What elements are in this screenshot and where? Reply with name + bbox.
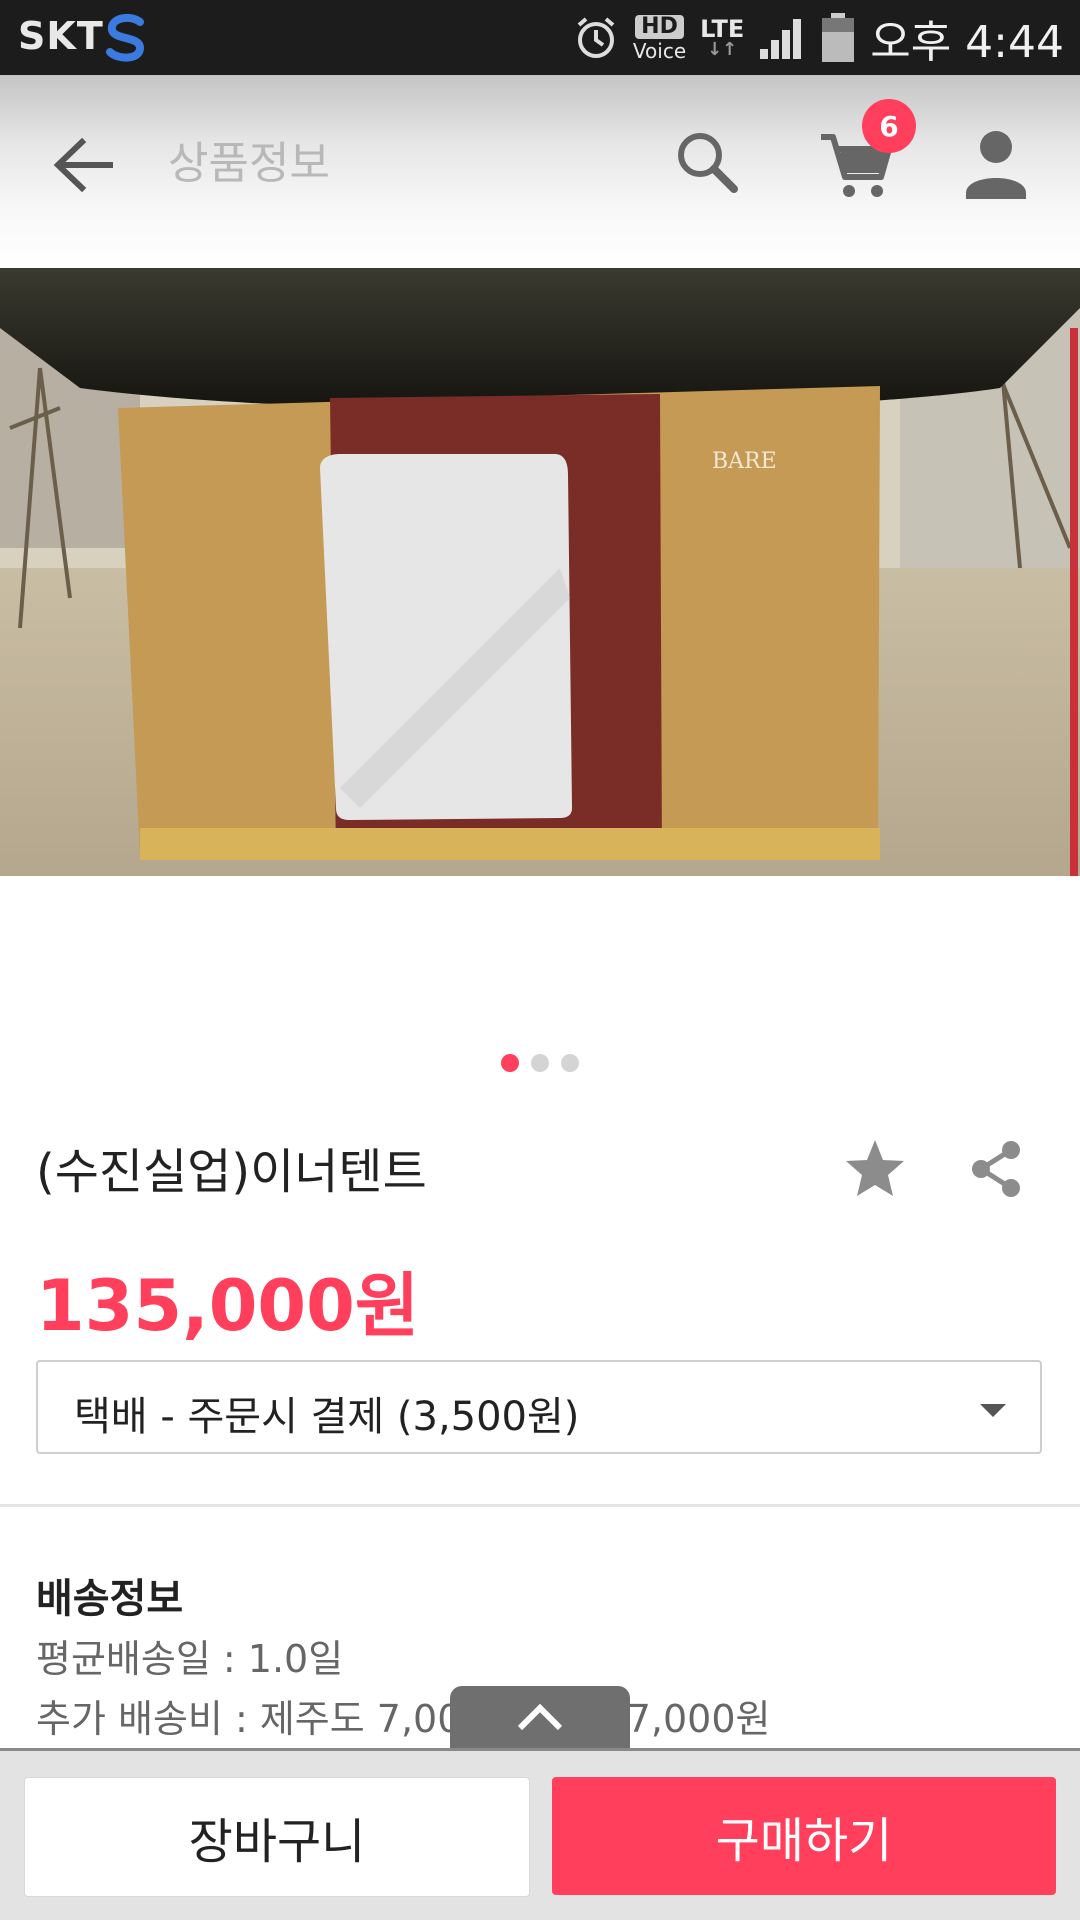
brand-logo-text: BARE [712,449,777,474]
shipping-option-select[interactable]: 택배 - 주문시 결제 (3,500원) [36,1360,1042,1454]
buy-now-button[interactable]: 구매하기 [552,1777,1056,1895]
back-arrow-icon[interactable] [48,130,118,200]
expand-panel-handle[interactable] [450,1686,630,1748]
app-bar: 상품정보 6 [0,75,1080,268]
product-price: 135,000원 [36,1265,420,1347]
network-label: LTE [700,15,745,43]
status-bar: SKT HD Voice LTE ↓↑ 오후 4:44 [0,0,1080,75]
carrier-logo-icon [106,13,145,62]
battery-icon [822,13,855,62]
product-name: (수진실업)이너텐트 [36,1144,427,1200]
clock: 오후 4:44 [870,17,1064,68]
signal-icon [760,19,802,59]
cart-count-badge: 6 [862,99,916,153]
pager-dot-1[interactable] [501,1054,519,1072]
section-divider [0,1504,1080,1507]
status-icons: HD Voice LTE ↓↑ 오후 4:44 [573,8,1064,68]
share-icon[interactable] [965,1138,1027,1200]
alarm-icon [577,17,615,58]
page-title: 상품정보 [168,138,330,189]
product-image[interactable]: BARE [0,268,1080,876]
bottom-action-bar: 장바구니 구매하기 [0,1748,1080,1920]
data-arrows-icon: ↓↑ [707,39,738,60]
chevron-down-icon [980,1404,1006,1417]
star-icon[interactable] [842,1136,908,1202]
image-pager [0,1054,1080,1074]
average-delivery-days: 평균배송일 : 1.0일 [36,1637,344,1681]
user-icon[interactable] [960,125,1032,205]
chevron-up-icon [517,1703,563,1731]
shipping-option-value: 택배 - 주문시 결제 (3,500원) [74,1394,580,1440]
extra-shipping-fee: 추가 배송비 : 제주도 7,000원, 도서 7,000원 [36,1697,771,1741]
hd-voice-indicator: HD Voice [633,15,686,61]
search-icon[interactable] [672,127,742,197]
pager-dot-2[interactable] [531,1054,549,1072]
hd-label: HD [635,15,684,39]
product-photo: BARE [0,268,1080,876]
add-to-cart-button[interactable]: 장바구니 [24,1777,530,1897]
voice-label: Voice [632,39,687,63]
delivery-info-title: 배송정보 [36,1576,184,1622]
lte-indicator: LTE ↓↑ [700,17,744,59]
pager-dot-3[interactable] [561,1054,579,1072]
carrier-label: SKT [18,14,104,58]
